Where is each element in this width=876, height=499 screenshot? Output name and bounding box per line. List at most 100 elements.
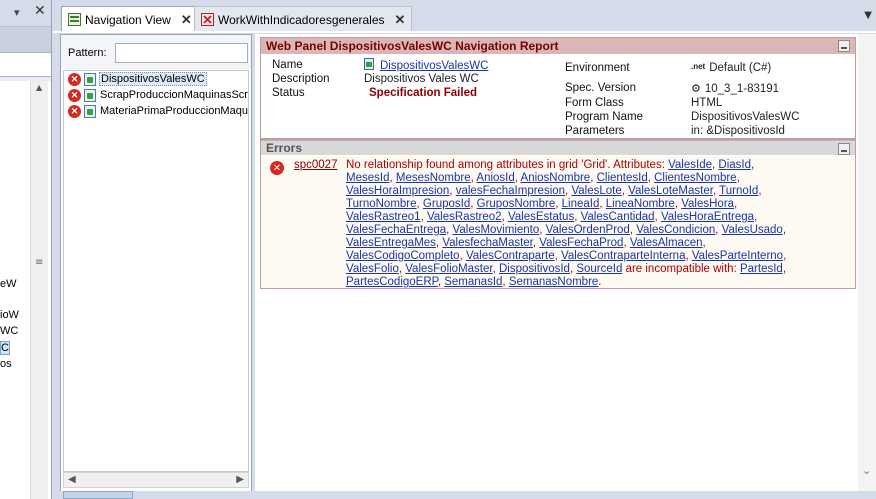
tab-underline bbox=[53, 31, 876, 33]
dropdown-arrow-icon[interactable]: ▾ bbox=[14, 6, 20, 19]
errors-section: Errors ✕ spc0027 No relationship found a… bbox=[260, 139, 856, 289]
close-icon[interactable]: ✕ bbox=[181, 12, 192, 28]
attribute-link[interactable]: ValesRastreo2 bbox=[427, 211, 502, 223]
close-icon[interactable]: ✕ bbox=[34, 3, 46, 19]
collapse-icon[interactable] bbox=[838, 143, 850, 155]
error-icon: ✕ bbox=[68, 72, 81, 86]
report-vertical-scrollbar[interactable]: ⌄ bbox=[858, 34, 876, 499]
tree-item-fragment[interactable]: eW bbox=[0, 278, 17, 290]
list-item[interactable]: ✕ MateriaPrimaProduccionMaqui bbox=[64, 103, 248, 119]
tree-item-fragment[interactable]: ioW bbox=[0, 309, 19, 321]
attribute-link[interactable]: DiasId bbox=[718, 159, 751, 171]
spec-version-text: 10_3_1-83191 bbox=[704, 83, 780, 95]
attribute-link[interactable]: ValesEntregaMes bbox=[346, 237, 436, 249]
attribute-link[interactable]: ValesEstatus bbox=[508, 211, 574, 223]
attribute-link[interactable]: ValesHoraEntrega bbox=[661, 211, 754, 223]
error-icon: ✕ bbox=[68, 104, 81, 118]
web-panel-icon bbox=[84, 88, 96, 102]
attribute-link[interactable]: GruposNombre bbox=[477, 198, 556, 210]
separator: , bbox=[782, 224, 787, 236]
attribute-link[interactable]: DispositivosId bbox=[499, 263, 570, 275]
program-name-value: DispositivosValesWC bbox=[691, 111, 800, 123]
error-code-link[interactable]: spc0027 bbox=[294, 159, 337, 171]
scroll-left-icon[interactable]: ◀ bbox=[68, 474, 76, 485]
incompatible-attribute-link[interactable]: PartesId bbox=[740, 263, 783, 275]
attribute-link[interactable]: ValesCondicion bbox=[636, 224, 715, 236]
list-item[interactable]: ✕ DispositivosValesWC bbox=[64, 71, 248, 87]
document-tab-bar: Navigation View ✕ WorkWithIndicadoresgen… bbox=[53, 0, 876, 32]
scroll-up-icon[interactable]: ▲ bbox=[36, 83, 42, 92]
errors-title: Errors bbox=[266, 141, 303, 155]
dotnet-logo-icon: .net bbox=[691, 62, 706, 71]
attribute-link[interactable]: MesesNombre bbox=[396, 172, 471, 184]
form-class-label: Form Class bbox=[565, 97, 624, 109]
attribute-link[interactable]: ValesAlmacen bbox=[630, 237, 703, 249]
attribute-link[interactable]: AniosId bbox=[476, 172, 514, 184]
name-link[interactable]: DispositivosValesWC bbox=[380, 60, 488, 72]
bottom-tab[interactable] bbox=[63, 491, 133, 499]
web-panel-icon bbox=[84, 104, 96, 118]
tree-item-fragment[interactable]: WC bbox=[0, 325, 18, 337]
left-pane-scrollbar[interactable]: ▲ ≡ bbox=[30, 81, 48, 499]
attribute-link[interactable]: ClientesNombre bbox=[654, 172, 736, 184]
attribute-link[interactable]: ValesMovimiento bbox=[453, 224, 540, 236]
scroll-down-icon[interactable]: ⌄ bbox=[862, 464, 871, 477]
left-pane-tree: eW ioW WC C os ▲ ≡ bbox=[0, 81, 51, 499]
attribute-link[interactable]: TurnoId bbox=[719, 185, 758, 197]
attribute-link[interactable]: ValesContraparte bbox=[466, 250, 555, 262]
attribute-link[interactable]: MesesId bbox=[346, 172, 389, 184]
incompatible-attribute-link[interactable]: SemanasNombre bbox=[509, 276, 598, 288]
separator: , bbox=[702, 237, 706, 249]
attribute-link[interactable]: ValesUsado bbox=[722, 224, 783, 236]
incompatible-attribute-link[interactable]: PartesCodigoERP bbox=[346, 276, 438, 288]
attribute-link[interactable]: ValesParteInterno bbox=[692, 250, 783, 262]
attribute-link[interactable]: ValesOrdenProd bbox=[546, 224, 630, 236]
scroll-right-icon[interactable]: ▶ bbox=[236, 474, 244, 485]
tab-workwithindicadoresgenerales[interactable]: WorkWithIndicadoresgenerales ✕ bbox=[194, 6, 413, 32]
attribute-link[interactable]: ValesCodigoCompleto bbox=[346, 250, 460, 262]
tree-item-fragment-selected[interactable]: C bbox=[0, 341, 10, 355]
attribute-link[interactable]: ValesfechaMaster bbox=[442, 237, 533, 249]
name-value[interactable]: DispositivosValesWC bbox=[364, 58, 488, 72]
attribute-link[interactable]: ValesFolio bbox=[346, 263, 399, 275]
attribute-link[interactable]: ValesHora bbox=[681, 198, 734, 210]
attribute-link[interactable]: TurnoNombre bbox=[346, 198, 417, 210]
attribute-link[interactable]: ValesFechaEntrega bbox=[346, 224, 446, 236]
list-item[interactable]: ✕ ScrapProduccionMaquinasScr bbox=[64, 87, 248, 103]
tab-label: Navigation View bbox=[85, 12, 171, 27]
attribute-link[interactable]: ValesContraparteInterna bbox=[561, 250, 685, 262]
program-name-label: Program Name bbox=[565, 111, 643, 123]
parameters-label: Parameters bbox=[565, 125, 625, 137]
attribute-link[interactable]: LineaNombre bbox=[606, 198, 675, 210]
attribute-link[interactable]: ValesRastreo1 bbox=[346, 211, 421, 223]
attribute-link[interactable]: ValesCantidad bbox=[581, 211, 655, 223]
attribute-link[interactable]: ValesHoraImpresion bbox=[346, 185, 449, 197]
attribute-link[interactable]: ValesFolioMaster bbox=[405, 263, 492, 275]
close-icon[interactable]: ✕ bbox=[395, 12, 406, 28]
pattern-input[interactable] bbox=[115, 43, 248, 63]
collapse-icon[interactable] bbox=[838, 40, 850, 52]
attribute-link[interactable]: ValesIde bbox=[668, 159, 712, 171]
attribute-link[interactable]: AniosNombre bbox=[521, 172, 591, 184]
attribute-link[interactable]: LineaId bbox=[562, 198, 600, 210]
tab-navigation-view[interactable]: Navigation View ✕ bbox=[61, 6, 199, 32]
pattern-row: Pattern: bbox=[61, 35, 251, 69]
attribute-link[interactable]: SourceId bbox=[576, 263, 622, 275]
attribute-link[interactable]: GruposId bbox=[423, 198, 470, 210]
attribute-link[interactable]: ValesFechaProd bbox=[539, 237, 623, 249]
attribute-link[interactable]: ValesLote bbox=[571, 185, 621, 197]
attribute-link[interactable]: ValesLoteMaster bbox=[628, 185, 713, 197]
attribute-link[interactable]: valesFechaImpresion bbox=[456, 185, 565, 197]
tab-list-dropdown-icon[interactable]: ▼ bbox=[864, 10, 872, 21]
separator: , bbox=[782, 263, 787, 275]
web-panel-error-icon bbox=[201, 13, 214, 26]
tree-item-fragment[interactable]: os bbox=[0, 358, 12, 370]
horizontal-scrollbar[interactable]: ◀ ▶ bbox=[63, 472, 249, 488]
left-pane-filter-input[interactable] bbox=[0, 53, 51, 77]
attribute-link[interactable]: ClientesId bbox=[597, 172, 648, 184]
error-message-line: ValesRastreo1, ValesRastreo2, ValesEstat… bbox=[346, 211, 854, 224]
incompatible-attribute-link[interactable]: SemanasId bbox=[444, 276, 502, 288]
scroll-grip-icon[interactable]: ≡ bbox=[35, 257, 43, 268]
tab-label: WorkWithIndicadoresgenerales bbox=[218, 12, 385, 27]
error-message-line: ValesFechaEntrega, ValesMovimiento, Vale… bbox=[346, 224, 854, 237]
